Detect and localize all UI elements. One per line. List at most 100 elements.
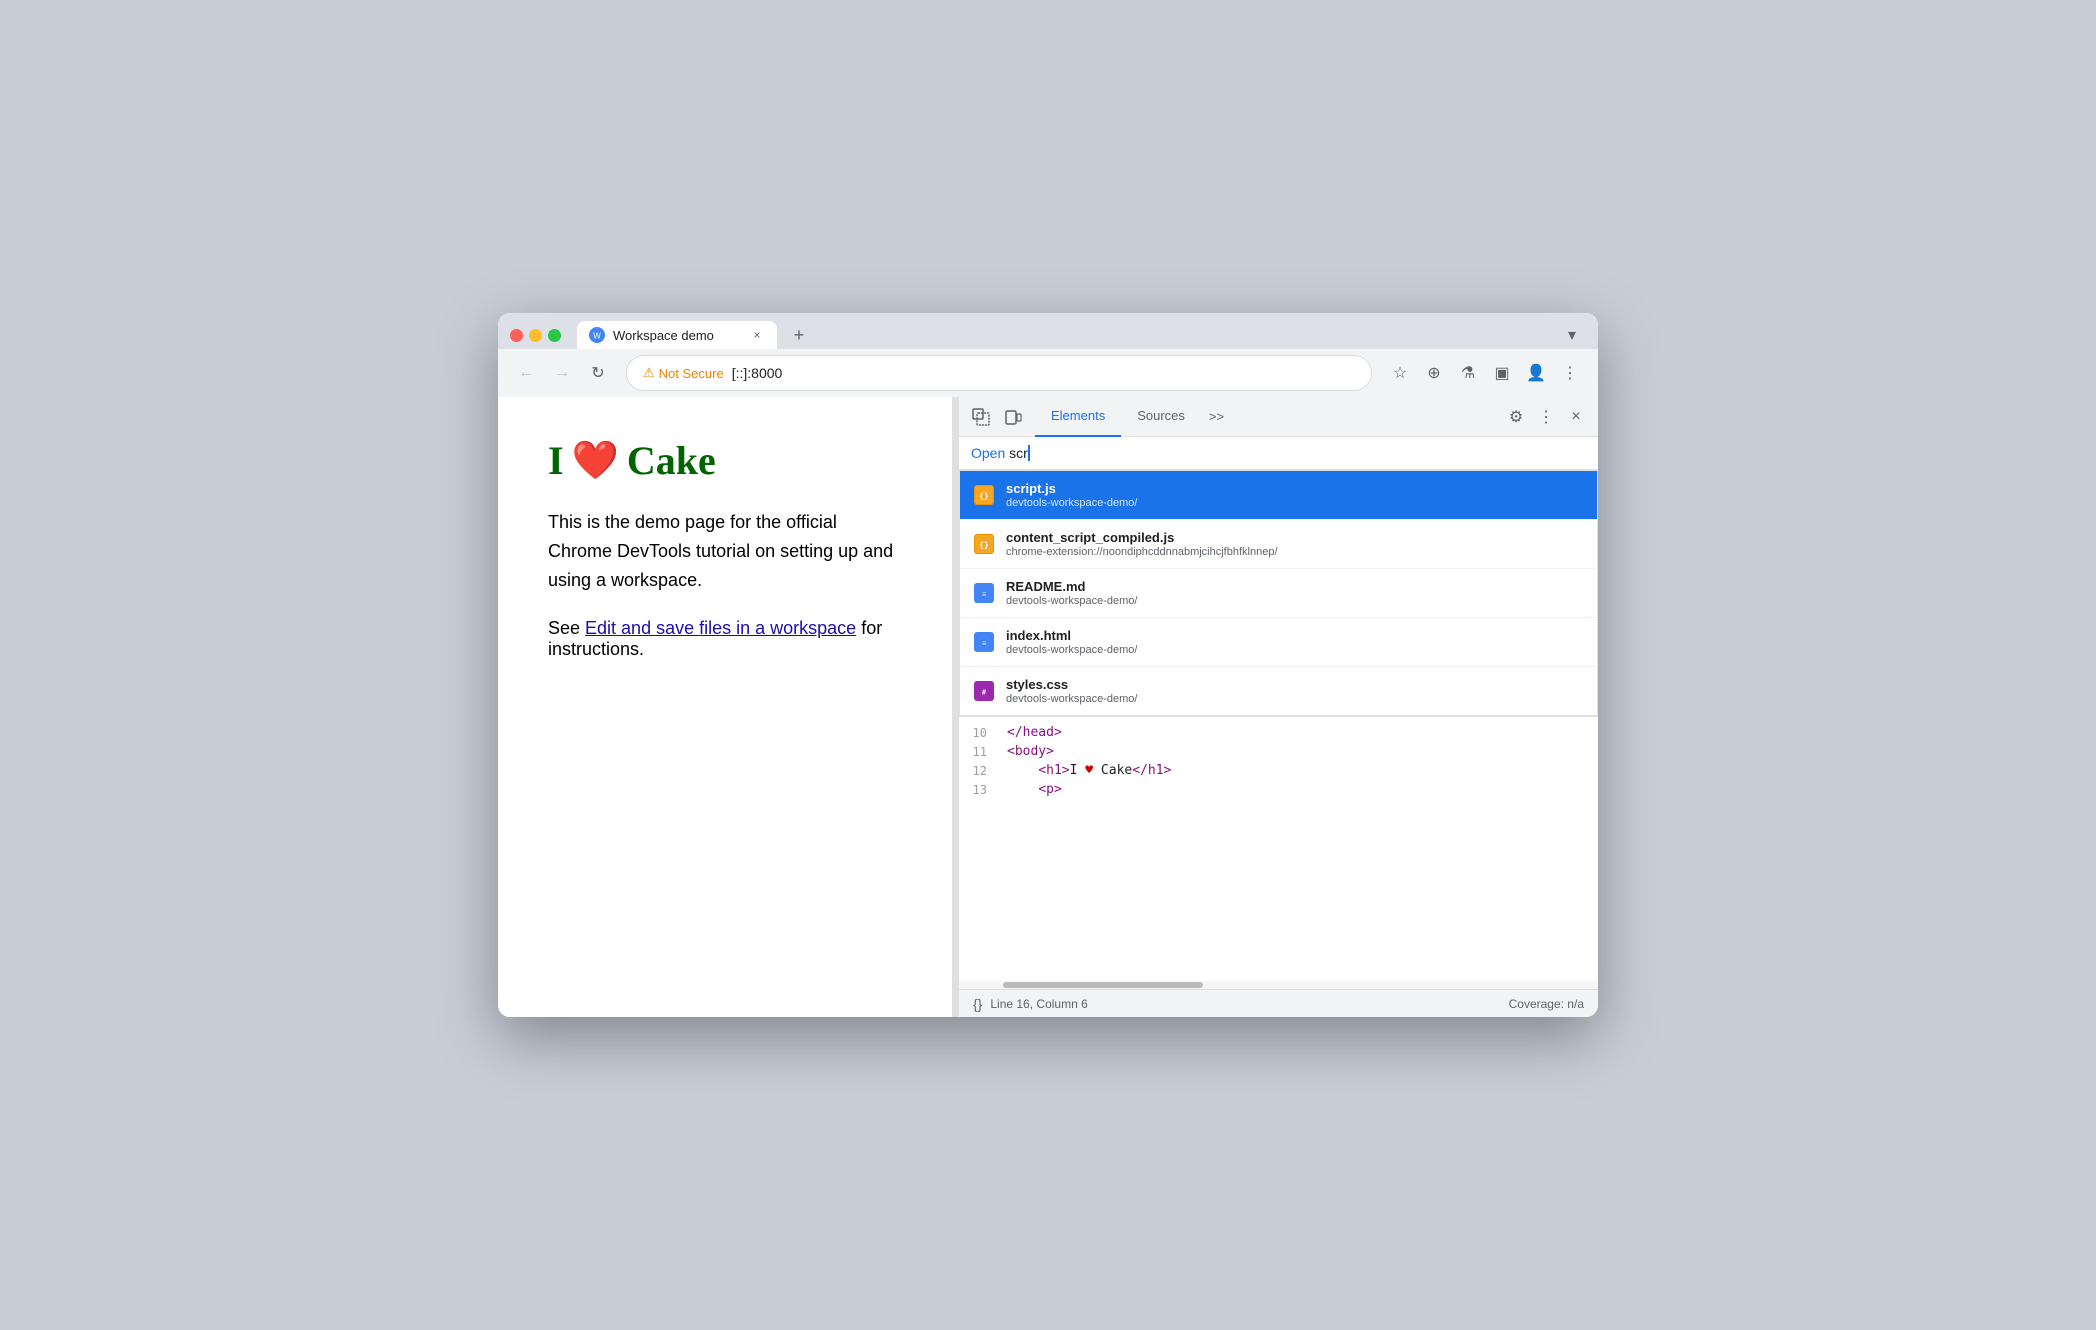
line-number-13: 13 bbox=[959, 783, 999, 797]
nav-actions: ☆ ⊕ ⚗ ▣ 👤 ⋮ bbox=[1384, 357, 1586, 389]
code-area: 10 </head> 11 <body> 12 <h1>I ♥ Cake</h1… bbox=[959, 716, 1598, 981]
line-content-13: <p> bbox=[999, 782, 1598, 797]
result-name-readme: README.md bbox=[1006, 579, 1137, 594]
menu-button[interactable]: ⋮ bbox=[1554, 357, 1586, 389]
result-path-readme: devtools-workspace-demo/ bbox=[1006, 595, 1137, 607]
warning-icon: ⚠ bbox=[643, 365, 655, 381]
result-item-content-script[interactable]: {} content_script_compiled.js chrome-ext… bbox=[960, 520, 1597, 569]
sidebar-button[interactable]: ▣ bbox=[1486, 357, 1518, 389]
heading-cake: Cake bbox=[627, 437, 716, 484]
reload-button[interactable]: ↻ bbox=[582, 357, 614, 389]
tab-title: Workspace demo bbox=[613, 328, 714, 343]
address-text: [::]:8000 bbox=[732, 365, 783, 381]
search-input-area[interactable]: Open scr bbox=[971, 445, 1586, 461]
extension-button[interactable]: ⊕ bbox=[1418, 357, 1450, 389]
doc-file-icon: ≡ bbox=[974, 583, 994, 603]
inspect-element-button[interactable] bbox=[967, 403, 995, 431]
close-traffic-light[interactable] bbox=[510, 329, 523, 342]
devtools-more-button[interactable]: ⋮ bbox=[1532, 403, 1560, 431]
heading-i: I bbox=[548, 437, 564, 484]
maximize-traffic-light[interactable] bbox=[548, 329, 561, 342]
code-line-13: 13 <p> bbox=[959, 780, 1598, 799]
result-info-content-script: content_script_compiled.js chrome-extens… bbox=[1006, 530, 1278, 558]
result-path-styles-css: devtools-workspace-demo/ bbox=[1006, 693, 1137, 705]
traffic-lights bbox=[510, 329, 561, 342]
status-left: {} Line 16, Column 6 bbox=[973, 996, 1088, 1012]
workspace-link[interactable]: Edit and save files in a workspace bbox=[585, 618, 856, 638]
js-file-icon: {} bbox=[974, 485, 994, 505]
result-path-script-js: devtools-workspace-demo/ bbox=[1006, 497, 1137, 509]
svg-text:W: W bbox=[593, 332, 601, 341]
search-open-label: Open bbox=[971, 445, 1005, 461]
minimize-traffic-light[interactable] bbox=[529, 329, 542, 342]
result-item-readme[interactable]: ≡ README.md devtools-workspace-demo/ bbox=[960, 569, 1597, 618]
code-line-11: 11 <body> bbox=[959, 742, 1598, 761]
search-cursor bbox=[1028, 445, 1030, 461]
devtools-status-bar: {} Line 16, Column 6 Coverage: n/a bbox=[959, 989, 1598, 1017]
tab-sources[interactable]: Sources bbox=[1121, 397, 1201, 437]
svg-text:≡: ≡ bbox=[982, 641, 986, 648]
tab-bar: W Workspace demo × + ▾ bbox=[498, 313, 1598, 349]
heart-emoji: ❤️ bbox=[572, 439, 619, 483]
experiment-button[interactable]: ⚗ bbox=[1452, 357, 1484, 389]
svg-text:{}: {} bbox=[979, 492, 989, 501]
security-text: Not Secure bbox=[659, 366, 724, 381]
line-content-10: </head> bbox=[999, 725, 1598, 740]
title-bar: W Workspace demo × + ▾ ← → ↻ ⚠ Not Secur… bbox=[498, 313, 1598, 397]
line-number-10: 10 bbox=[959, 726, 999, 740]
profile-button[interactable]: 👤 bbox=[1520, 357, 1552, 389]
new-tab-button[interactable]: + bbox=[785, 321, 813, 349]
tab-elements[interactable]: Elements bbox=[1035, 397, 1121, 437]
search-typed-text: scr bbox=[1009, 445, 1028, 461]
result-info-script-js: script.js devtools-workspace-demo/ bbox=[1006, 481, 1137, 509]
page-content: I ❤️ Cake This is the demo page for the … bbox=[498, 397, 952, 1017]
bookmark-button[interactable]: ☆ bbox=[1384, 357, 1416, 389]
result-item-index-html[interactable]: ≡ index.html devtools-workspace-demo/ bbox=[960, 618, 1597, 667]
result-info-index-html: index.html devtools-workspace-demo/ bbox=[1006, 628, 1137, 656]
line-content-11: <body> bbox=[999, 744, 1598, 759]
link-prefix: See bbox=[548, 618, 585, 638]
page-body-text: This is the demo page for the official C… bbox=[548, 508, 902, 594]
forward-button[interactable]: → bbox=[546, 357, 578, 389]
format-icon[interactable]: {} bbox=[973, 996, 982, 1012]
browser-body: I ❤️ Cake This is the demo page for the … bbox=[498, 397, 1598, 1017]
code-line-12: 12 <h1>I ♥ Cake</h1> bbox=[959, 761, 1598, 780]
html-file-icon: ≡ bbox=[974, 632, 994, 652]
tabs-more-button[interactable]: >> bbox=[1201, 397, 1232, 437]
search-results-dropdown: {} script.js devtools-workspace-demo/ {} bbox=[959, 470, 1598, 716]
result-info-styles-css: styles.css devtools-workspace-demo/ bbox=[1006, 677, 1137, 705]
result-path-content-script: chrome-extension://noondiphcddnnabmjcihc… bbox=[1006, 546, 1278, 558]
scrollbar-thumb[interactable] bbox=[1003, 982, 1203, 988]
result-name-index-html: index.html bbox=[1006, 628, 1137, 643]
devtools-settings-button[interactable]: ⚙ bbox=[1502, 403, 1530, 431]
coverage-status: Coverage: n/a bbox=[1509, 997, 1584, 1011]
devtools-search-bar: Open scr bbox=[959, 437, 1598, 470]
tab-close-button[interactable]: × bbox=[749, 327, 765, 343]
result-info-readme: README.md devtools-workspace-demo/ bbox=[1006, 579, 1137, 607]
page-link-paragraph: See Edit and save files in a workspace f… bbox=[548, 618, 902, 660]
js-file-icon-2: {} bbox=[974, 534, 994, 554]
active-tab[interactable]: W Workspace demo × bbox=[577, 321, 777, 349]
result-name-styles-css: styles.css bbox=[1006, 677, 1137, 692]
result-name-content-script: content_script_compiled.js bbox=[1006, 530, 1278, 545]
svg-text:≡: ≡ bbox=[982, 592, 986, 599]
svg-text:{}: {} bbox=[979, 541, 989, 550]
back-button[interactable]: ← bbox=[510, 357, 542, 389]
page-heading: I ❤️ Cake bbox=[548, 437, 902, 484]
nav-bar: ← → ↻ ⚠ Not Secure [::]:8000 ☆ ⊕ ⚗ ▣ 👤 ⋮ bbox=[498, 349, 1598, 397]
devtools-toolbar: Elements Sources >> ⚙ ⋮ × bbox=[959, 397, 1598, 437]
tab-dropdown-button[interactable]: ▾ bbox=[1558, 321, 1586, 349]
tab-favicon: W bbox=[589, 327, 605, 343]
line-number-11: 11 bbox=[959, 745, 999, 759]
result-item-script-js[interactable]: {} script.js devtools-workspace-demo/ bbox=[960, 471, 1597, 520]
horizontal-scrollbar[interactable] bbox=[959, 981, 1598, 989]
address-bar[interactable]: ⚠ Not Secure [::]:8000 bbox=[626, 355, 1372, 391]
result-name-script-js: script.js bbox=[1006, 481, 1137, 496]
devtools-close-button[interactable]: × bbox=[1562, 403, 1590, 431]
device-toolbar-button[interactable] bbox=[999, 403, 1027, 431]
line-col-status: Line 16, Column 6 bbox=[990, 997, 1087, 1011]
css-file-icon: # bbox=[974, 681, 994, 701]
result-item-styles-css[interactable]: # styles.css devtools-workspace-demo/ bbox=[960, 667, 1597, 715]
result-path-index-html: devtools-workspace-demo/ bbox=[1006, 644, 1137, 656]
devtools-panel: Elements Sources >> ⚙ ⋮ × Open scr bbox=[958, 397, 1598, 1017]
